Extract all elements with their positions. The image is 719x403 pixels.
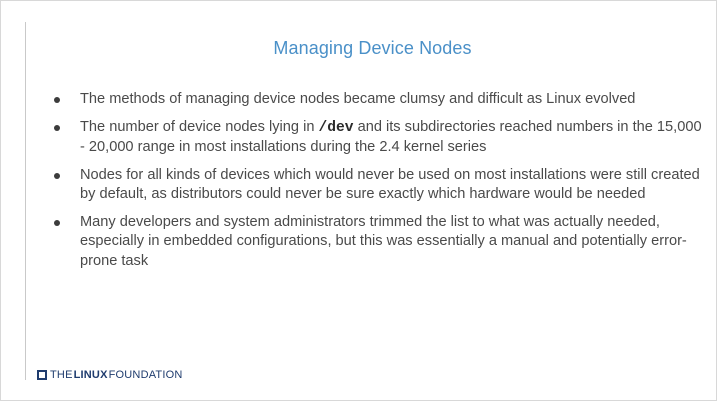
logo-the: THE xyxy=(50,369,73,381)
bullet-text: The methods of managing device nodes bec… xyxy=(80,91,636,107)
bullet-dot-icon xyxy=(54,97,60,103)
bullet-dot-icon xyxy=(54,124,60,131)
bullet-text: Many developers and system administrator… xyxy=(80,213,687,269)
bullet-item: Nodes for all kinds of devices which wou… xyxy=(52,166,702,205)
logo-foundation: FOUNDATION xyxy=(108,369,183,381)
bullet-text: Nodes for all kinds of devices which wou… xyxy=(80,166,700,203)
logo-linux: LINUX xyxy=(73,369,108,381)
bullet-item: The methods of managing device nodes bec… xyxy=(52,90,702,110)
linux-foundation-logo: THE LINUX FOUNDATION xyxy=(37,368,183,382)
left-divider xyxy=(25,22,26,380)
bullet-list: The methods of managing device nodes bec… xyxy=(52,90,702,279)
bullet-dot-icon xyxy=(54,219,60,226)
logo-square-icon xyxy=(37,370,47,380)
slide-title: Managing Device Nodes xyxy=(273,38,472,58)
dev-path-code: /dev xyxy=(318,119,354,136)
bullet-item: Many developers and system administrator… xyxy=(52,213,702,272)
bullet-text-prefix: The number of device nodes lying in xyxy=(80,118,319,135)
bullet-dot-icon xyxy=(54,172,60,179)
bullet-item: The number of device nodes lying in /dev… xyxy=(52,118,702,158)
